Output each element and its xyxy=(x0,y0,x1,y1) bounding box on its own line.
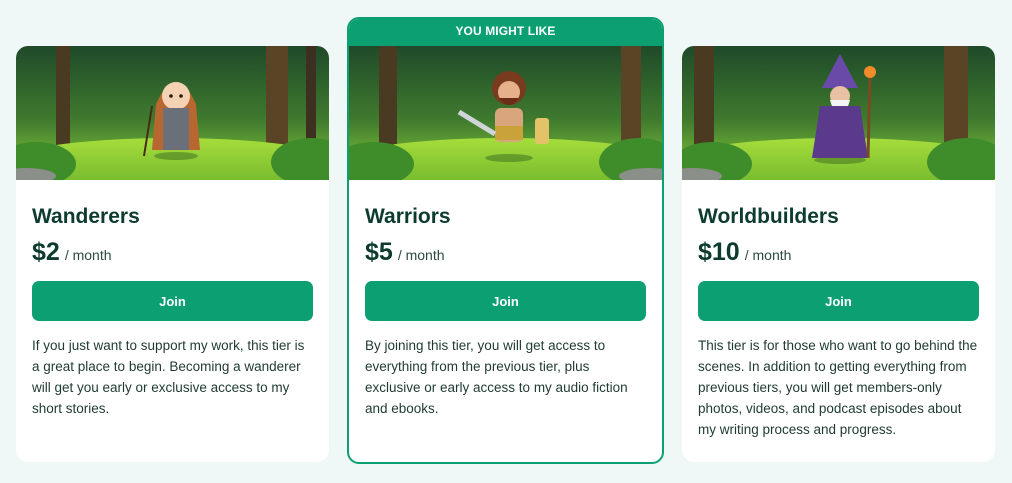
billing-period: / month xyxy=(64,247,112,263)
tier-card-worldbuilders: Worldbuilders $10 / month Join This tier… xyxy=(682,46,995,462)
tier-price: $5 xyxy=(365,238,393,266)
recommended-badge: YOU MIGHT LIKE xyxy=(349,19,662,46)
join-button-wanderers[interactable]: Join xyxy=(32,281,313,321)
tier-image-wanderers xyxy=(16,46,329,180)
join-button-warriors[interactable]: Join xyxy=(365,281,646,321)
tier-image-warriors xyxy=(349,46,662,180)
tier-name: Wanderers xyxy=(32,205,140,228)
join-button-worldbuilders[interactable]: Join xyxy=(698,281,979,321)
tier-description: By joining this tier, you will get acces… xyxy=(365,338,628,416)
tier-image-worldbuilders xyxy=(682,46,995,180)
tier-description: This tier is for those who want to go be… xyxy=(698,338,978,437)
price-row: $10 / month xyxy=(698,238,979,267)
tier-name: Warriors xyxy=(365,205,451,228)
tier-price: $2 xyxy=(32,238,60,266)
billing-period: / month xyxy=(744,247,792,263)
tier-card-wanderers: Wanderers $2 / month Join If you just wa… xyxy=(16,46,329,462)
tier-description: If you just want to support my work, thi… xyxy=(32,338,305,416)
tier-name: Worldbuilders xyxy=(698,205,839,228)
price-row: $2 / month xyxy=(32,238,313,267)
tier-card-warriors: YOU MIGHT LIKE Warriors $5 / month Join … xyxy=(347,17,664,464)
billing-period: / month xyxy=(397,247,445,263)
price-row: $5 / month xyxy=(365,238,646,267)
tier-price: $10 xyxy=(698,238,740,266)
